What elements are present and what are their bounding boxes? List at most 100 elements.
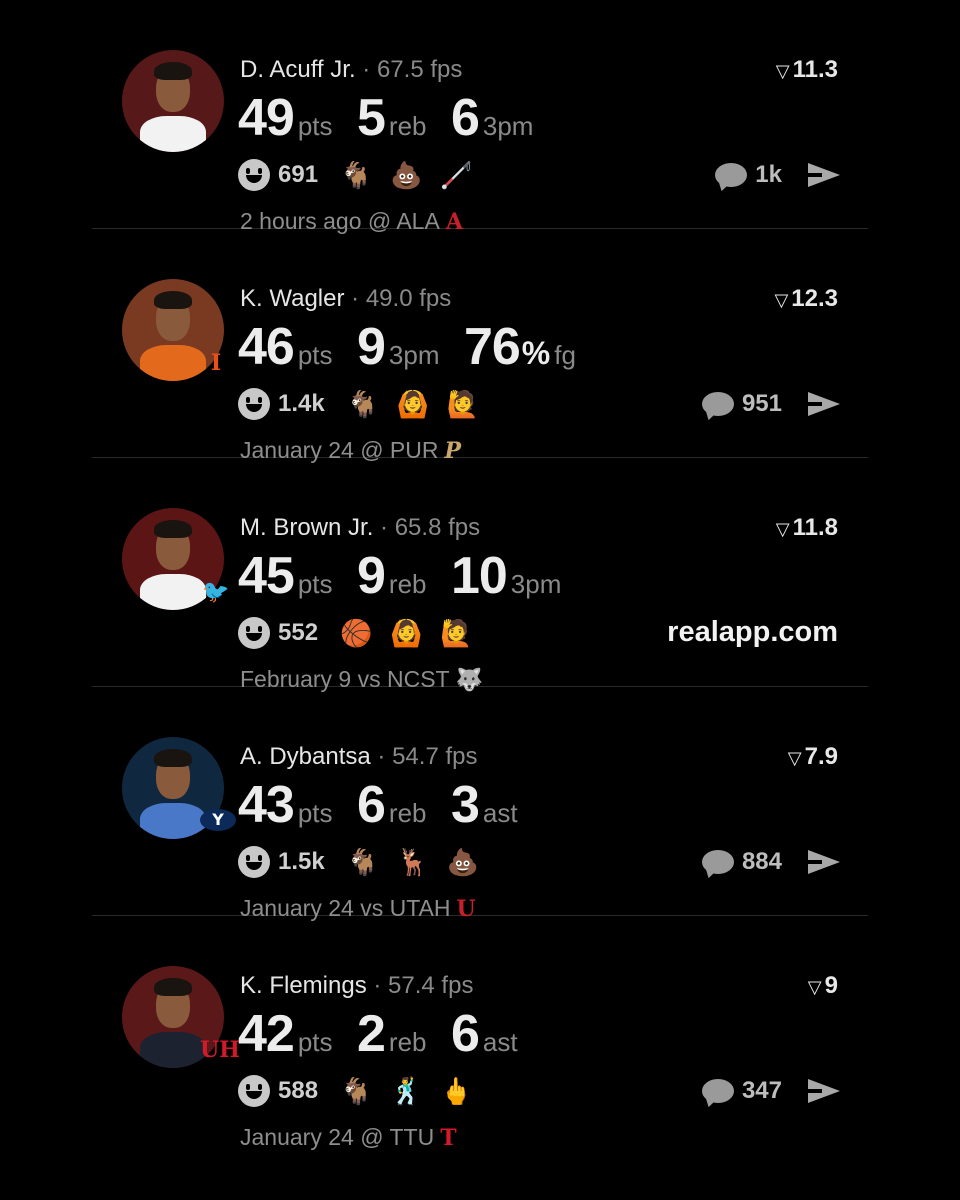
poop-icon[interactable]: 💩 (390, 160, 422, 191)
person-reaction-icon[interactable]: 🕺 (390, 1076, 422, 1107)
reactions-bar: 588 🐐 🕺 🖕 (238, 1074, 490, 1108)
person-reaction-icon[interactable]: 🙆 (397, 389, 429, 420)
team-logo: I (210, 350, 222, 376)
stat-unit: pts (297, 569, 333, 599)
reaction-count: 552 (278, 619, 319, 646)
reactions-bar: 552 🏀 🙆 🙋 (238, 616, 490, 650)
deer-icon[interactable]: 🦌 (397, 847, 429, 878)
person-reaction-icon[interactable]: 🙆 (390, 618, 422, 649)
feed-card[interactable]: UH K. Flemings · 57.4 fps ▽ 9 42 pts 2 reb … (92, 916, 868, 1151)
stat-unit: reb (388, 569, 427, 599)
stat-value: 6 (450, 1005, 480, 1063)
team-logo: UH (200, 1037, 240, 1063)
comment-bubble-icon[interactable] (701, 1079, 734, 1103)
send-icon[interactable] (808, 392, 840, 416)
stat-line: 49 pts 5 reb 6 3pm (238, 88, 553, 148)
stat-value: 10 (450, 547, 508, 605)
stat-value: 3 (450, 776, 480, 834)
comment-count[interactable]: 347 (742, 1077, 782, 1105)
trend-icon: ▽ (775, 519, 790, 539)
player-reaction-icon[interactable]: 🏀 (340, 618, 372, 649)
stat-value: 46 (238, 318, 295, 376)
stat-unit: pts (297, 1027, 333, 1057)
trend-icon: ▽ (787, 748, 802, 768)
middle-finger-icon[interactable]: 🖕 (440, 1076, 472, 1107)
cane-icon[interactable]: 🦯 (440, 160, 472, 191)
player-name[interactable]: K. Wagler (240, 285, 344, 312)
send-icon[interactable] (808, 163, 840, 187)
poop-icon[interactable]: 💩 (447, 847, 479, 878)
feed-card[interactable]: 🐦 M. Brown Jr. · 65.8 fps ▽ 11.8 45 pts 9r… (92, 458, 868, 693)
team-logo: 🐦 (202, 579, 230, 605)
stat-value: 2 (356, 1005, 386, 1063)
fps-value: 54.7 fps (392, 743, 478, 770)
player-name-line: K. Flemings · 57.4 fps (240, 972, 473, 1000)
game-text: January 24 @ TTU (240, 1124, 435, 1150)
comment-count[interactable]: 884 (742, 848, 782, 876)
comment-count[interactable]: 1k (755, 161, 782, 189)
stat-value: 5 (356, 89, 386, 147)
stat-unit: 3pm (482, 111, 534, 141)
smiley-icon[interactable] (238, 846, 270, 878)
player-name[interactable]: A. Dybantsa (240, 743, 371, 770)
player-name[interactable]: D. Acuff Jr. (240, 56, 356, 83)
stat-value: 43 (238, 776, 295, 834)
goat-icon[interactable]: 🐐 (347, 389, 379, 420)
trend-icon: ▽ (807, 977, 822, 997)
stat-line: 43 pts 6 reb 3 ast (238, 775, 538, 835)
feed: D. Acuff Jr. · 67.5 fps ▽ 11.3 49 pts 5 reb… (92, 0, 868, 1151)
smiley-icon[interactable] (238, 388, 270, 420)
player-name[interactable]: M. Brown Jr. (240, 514, 373, 541)
player-name-line: M. Brown Jr. · 65.8 fps (240, 514, 480, 542)
stat-value: 49 (238, 89, 295, 147)
separator: · (362, 56, 371, 83)
feed-card[interactable]: I K. Wagler · 49.0 fps ▽ 12.3 46 pts 9 3pm … (92, 229, 868, 464)
stat-unit: 3pm (510, 569, 562, 599)
stat-unit: ast (482, 798, 518, 828)
person-reaction-icon[interactable]: 🙋 (440, 618, 472, 649)
stat-value: 6 (356, 776, 386, 834)
card-actions: 347 (701, 1074, 840, 1108)
stat-line: 46 pts 9 3pm 76% fg (238, 317, 596, 377)
reaction-count: 691 (278, 161, 319, 188)
smiley-icon[interactable] (238, 1075, 270, 1107)
person-reaction-icon[interactable]: 🙋 (447, 389, 479, 420)
goat-icon[interactable]: 🐐 (340, 1076, 372, 1107)
stat-percent-sign: % (521, 335, 551, 371)
stat-value: 42 (238, 1005, 295, 1063)
reactions-bar: 1.5k 🐐 🦌 💩 (238, 845, 497, 879)
reactions-bar: 691 🐐 💩 🦯 (238, 158, 490, 192)
stat-line: 45 pts 9 reb 10 3pm (238, 546, 581, 606)
fps-value: 57.4 fps (388, 972, 474, 999)
player-name[interactable]: K. Flemings (240, 972, 367, 999)
send-icon[interactable] (808, 850, 840, 874)
game-info: January 24 @ TTU T (240, 1124, 457, 1151)
player-avatar[interactable] (122, 50, 224, 152)
stat-value: 9 (356, 547, 386, 605)
separator: · (377, 743, 386, 770)
team-logo: Y (200, 809, 236, 831)
comment-bubble-icon[interactable] (701, 850, 734, 874)
stat-unit: pts (297, 111, 333, 141)
feed-card[interactable]: D. Acuff Jr. · 67.5 fps ▽ 11.3 49 pts 5 reb… (92, 0, 868, 235)
send-icon[interactable] (808, 1079, 840, 1103)
stat-unit: ast (482, 1027, 518, 1057)
separator: · (380, 514, 389, 541)
feed-card[interactable]: Y A. Dybantsa · 54.7 fps ▽ 7.9 43 pts 6 reb… (92, 687, 868, 922)
comment-bubble-icon[interactable] (701, 392, 734, 416)
score-badge: ▽ 9 (807, 972, 838, 999)
comment-bubble-icon[interactable] (715, 163, 748, 187)
stat-unit: reb (388, 798, 427, 828)
stat-unit: pts (297, 798, 333, 828)
stat-unit: fg (554, 340, 576, 370)
score-badge: ▽ 11.3 (775, 56, 838, 83)
trend-icon: ▽ (774, 290, 789, 310)
smiley-icon[interactable] (238, 617, 270, 649)
promo-link[interactable]: realapp.com (667, 616, 838, 649)
comment-count[interactable]: 951 (742, 390, 782, 418)
goat-icon[interactable]: 🐐 (347, 847, 379, 878)
stat-unit: reb (388, 111, 427, 141)
goat-icon[interactable]: 🐐 (340, 160, 372, 191)
smiley-icon[interactable] (238, 159, 270, 191)
reaction-count: 1.5k (278, 848, 325, 875)
